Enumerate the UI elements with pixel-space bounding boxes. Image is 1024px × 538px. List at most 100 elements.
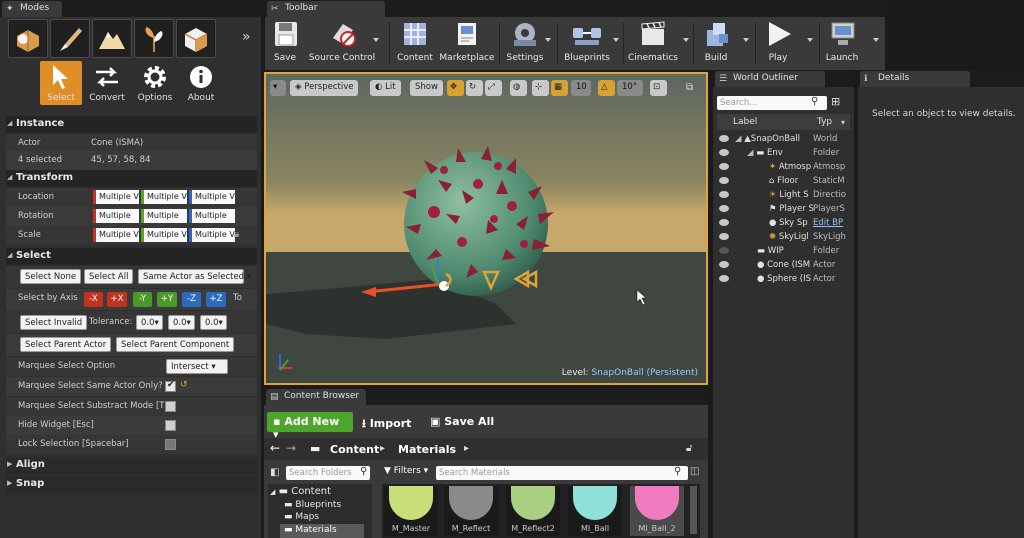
rotate-mode-icon[interactable]: ↻	[466, 80, 483, 96]
outliner-row[interactable]: ◢ ▲SnapOnBall World	[717, 133, 850, 147]
select-parent-actor-button[interactable]: Select Parent Actor	[20, 337, 112, 352]
select-invalid-button[interactable]: Select Invalid	[20, 315, 88, 330]
paint-mode-icon[interactable]	[50, 19, 90, 58]
perspective-button[interactable]: ◈ Perspective	[290, 80, 359, 96]
outliner-row[interactable]: ✺ SkyLigl SkyLigh	[717, 231, 850, 245]
select-parent-component-button[interactable]: Select Parent Component	[116, 337, 235, 352]
blueprints-button[interactable]: Blueprints	[564, 20, 610, 68]
axis-minus-y-button[interactable]: -Y	[133, 292, 152, 307]
foliage-mode-icon[interactable]	[134, 19, 174, 58]
back-arrow-icon[interactable]: ←	[270, 441, 280, 455]
visibility-eye-icon[interactable]	[719, 205, 729, 212]
build-button[interactable]: Build	[701, 20, 731, 68]
axis-plus-y-button[interactable]: +Y	[157, 292, 177, 307]
scale-snap-icon[interactable]: ⊡	[650, 80, 667, 96]
convert-tool-button[interactable]: Convert	[86, 61, 128, 105]
marquee-option-dropdown[interactable]: Intersect ▾	[166, 359, 228, 374]
asset-tile[interactable]: M_Master	[384, 486, 438, 536]
outliner-row[interactable]: ● Sphere (IS Actor	[717, 273, 850, 287]
visibility-eye-icon[interactable]	[719, 275, 729, 282]
toolbar-tab[interactable]: ✂ Toolbar	[267, 1, 385, 17]
show-button[interactable]: Show	[410, 80, 443, 96]
edit-blueprint-link[interactable]: Edit BP	[813, 218, 850, 228]
visibility-eye-icon[interactable]	[719, 219, 729, 226]
outliner-row[interactable]: ☀ Light S Directio	[717, 189, 850, 203]
tree-item-content[interactable]: ◢ ▬ Content	[270, 486, 331, 497]
cinematics-button[interactable]: Cinematics	[628, 20, 678, 68]
select-none-button[interactable]: Select None	[20, 269, 82, 284]
level-viewport[interactable]: ▾ ◈ Perspective ◐ Lit Show ✥ ↻ ⤢ ◍ ⊹ ▦ 1…	[264, 72, 708, 385]
select-section-header[interactable]: ◢ Select	[6, 248, 257, 265]
type-column-header[interactable]: Typ	[817, 117, 832, 127]
scale-mode-icon[interactable]: ⤢	[485, 80, 502, 96]
axis-minus-x-button[interactable]: -X	[84, 292, 103, 307]
scale-y-field[interactable]: Multiple V	[141, 228, 187, 242]
visibility-eye-icon[interactable]	[719, 163, 729, 170]
add-filter-icon[interactable]: ⊞	[831, 95, 840, 108]
rotation-z-field[interactable]: Multiple	[189, 209, 235, 223]
lit-button[interactable]: ◐ Lit	[370, 80, 401, 96]
tree-item-materials[interactable]: ▬ Materials	[280, 524, 364, 538]
scale-x-field[interactable]: Multiple V	[93, 228, 139, 242]
viewport-options-dropdown[interactable]: ▾	[270, 80, 286, 96]
asset-grid-scrollbar[interactable]	[690, 486, 697, 534]
same-actor-dropdown[interactable]: Same Actor as Selected ▾	[138, 269, 251, 284]
surface-snap-icon[interactable]: ⊹	[532, 80, 549, 96]
forward-arrow-icon[interactable]: →	[286, 441, 296, 455]
visibility-eye-icon[interactable]	[719, 191, 729, 198]
sources-panel-icon[interactable]: ◧	[270, 467, 279, 478]
align-section-header[interactable]: ▶ Align	[6, 457, 257, 474]
source-control-dropdown-icon[interactable]	[373, 38, 379, 42]
content-button[interactable]: Content	[397, 20, 433, 68]
asset-tile[interactable]: MI_Ball	[568, 486, 622, 536]
lock-selection-checkbox[interactable]	[165, 439, 176, 450]
cinematics-dropdown-icon[interactable]	[683, 38, 689, 42]
outliner-row[interactable]: ◢ ▬ Env Folder	[717, 147, 850, 161]
visibility-eye-icon[interactable]	[719, 149, 729, 156]
tree-item-blueprints[interactable]: ▬ Blueprints	[284, 500, 341, 510]
hide-widget-checkbox[interactable]	[165, 420, 176, 431]
settings-button[interactable]: Settings	[507, 20, 543, 68]
asset-tile[interactable]: MI_Ball_2	[630, 486, 684, 536]
asset-tile[interactable]: M_Reflect	[444, 486, 498, 536]
grid-snap-icon[interactable]: ▦	[551, 80, 568, 96]
rotation-x-field[interactable]: Multiple	[93, 209, 139, 223]
search-folders-input[interactable]: Search Folders	[286, 466, 370, 480]
instance-section-header[interactable]: ◢ Instance	[6, 116, 257, 133]
outliner-tab[interactable]: ☰ World Outliner	[715, 71, 825, 87]
visibility-eye-icon[interactable]	[719, 135, 729, 142]
import-button[interactable]: ⭳ Import	[362, 415, 411, 434]
axis-minus-z-button[interactable]: -Z	[182, 292, 201, 307]
marquee-same-checkbox[interactable]: ✔	[165, 380, 176, 392]
tolerance-y-field[interactable]: 0.0▾	[168, 315, 195, 330]
modes-tab[interactable]: ✦ Modes	[2, 1, 62, 17]
path-content-breadcrumb[interactable]: Content	[330, 443, 379, 456]
world-local-icon[interactable]: ◍	[510, 80, 527, 96]
settings-dropdown-icon[interactable]	[545, 38, 551, 42]
translate-mode-icon[interactable]: ✥	[447, 80, 464, 96]
reset-to-default-icon[interactable]: ↺	[180, 380, 188, 390]
geometry-mode-icon[interactable]	[176, 19, 216, 58]
rotation-y-field[interactable]: Multiple	[141, 209, 187, 223]
axis-plus-x-button[interactable]: +X	[107, 292, 127, 307]
asset-view-options-icon[interactable]: ◫	[690, 466, 699, 477]
rotation-snap-value[interactable]: 10°	[617, 80, 643, 96]
play-dropdown-icon[interactable]	[807, 38, 813, 42]
launch-button[interactable]: Launch	[825, 20, 859, 68]
label-column-header[interactable]: Label	[733, 117, 757, 127]
path-materials-breadcrumb[interactable]: Materials	[398, 443, 456, 456]
modes-expand-icon[interactable]: »	[242, 29, 251, 45]
location-y-field[interactable]: Multiple V	[141, 190, 187, 204]
select-tool-button[interactable]: Select	[40, 61, 82, 105]
save-button[interactable]: Save	[271, 20, 299, 68]
outliner-row[interactable]: ⚑ Player S PlayerS	[717, 203, 850, 217]
visibility-eye-icon[interactable]	[719, 233, 729, 240]
location-z-field[interactable]: Multiple V	[189, 190, 235, 204]
filters-button[interactable]: ▼ Filters ▾	[384, 466, 428, 476]
select-all-button[interactable]: Select All	[84, 269, 134, 284]
build-dropdown-icon[interactable]	[743, 38, 749, 42]
outliner-row[interactable]: ⌂ Floor StaticM	[717, 175, 850, 189]
add-new-button[interactable]: ▪ Add New ▾	[267, 412, 353, 441]
tree-item-maps[interactable]: ▬ Maps	[284, 512, 319, 522]
tolerance-z-field[interactable]: 0.0▾	[200, 315, 227, 330]
